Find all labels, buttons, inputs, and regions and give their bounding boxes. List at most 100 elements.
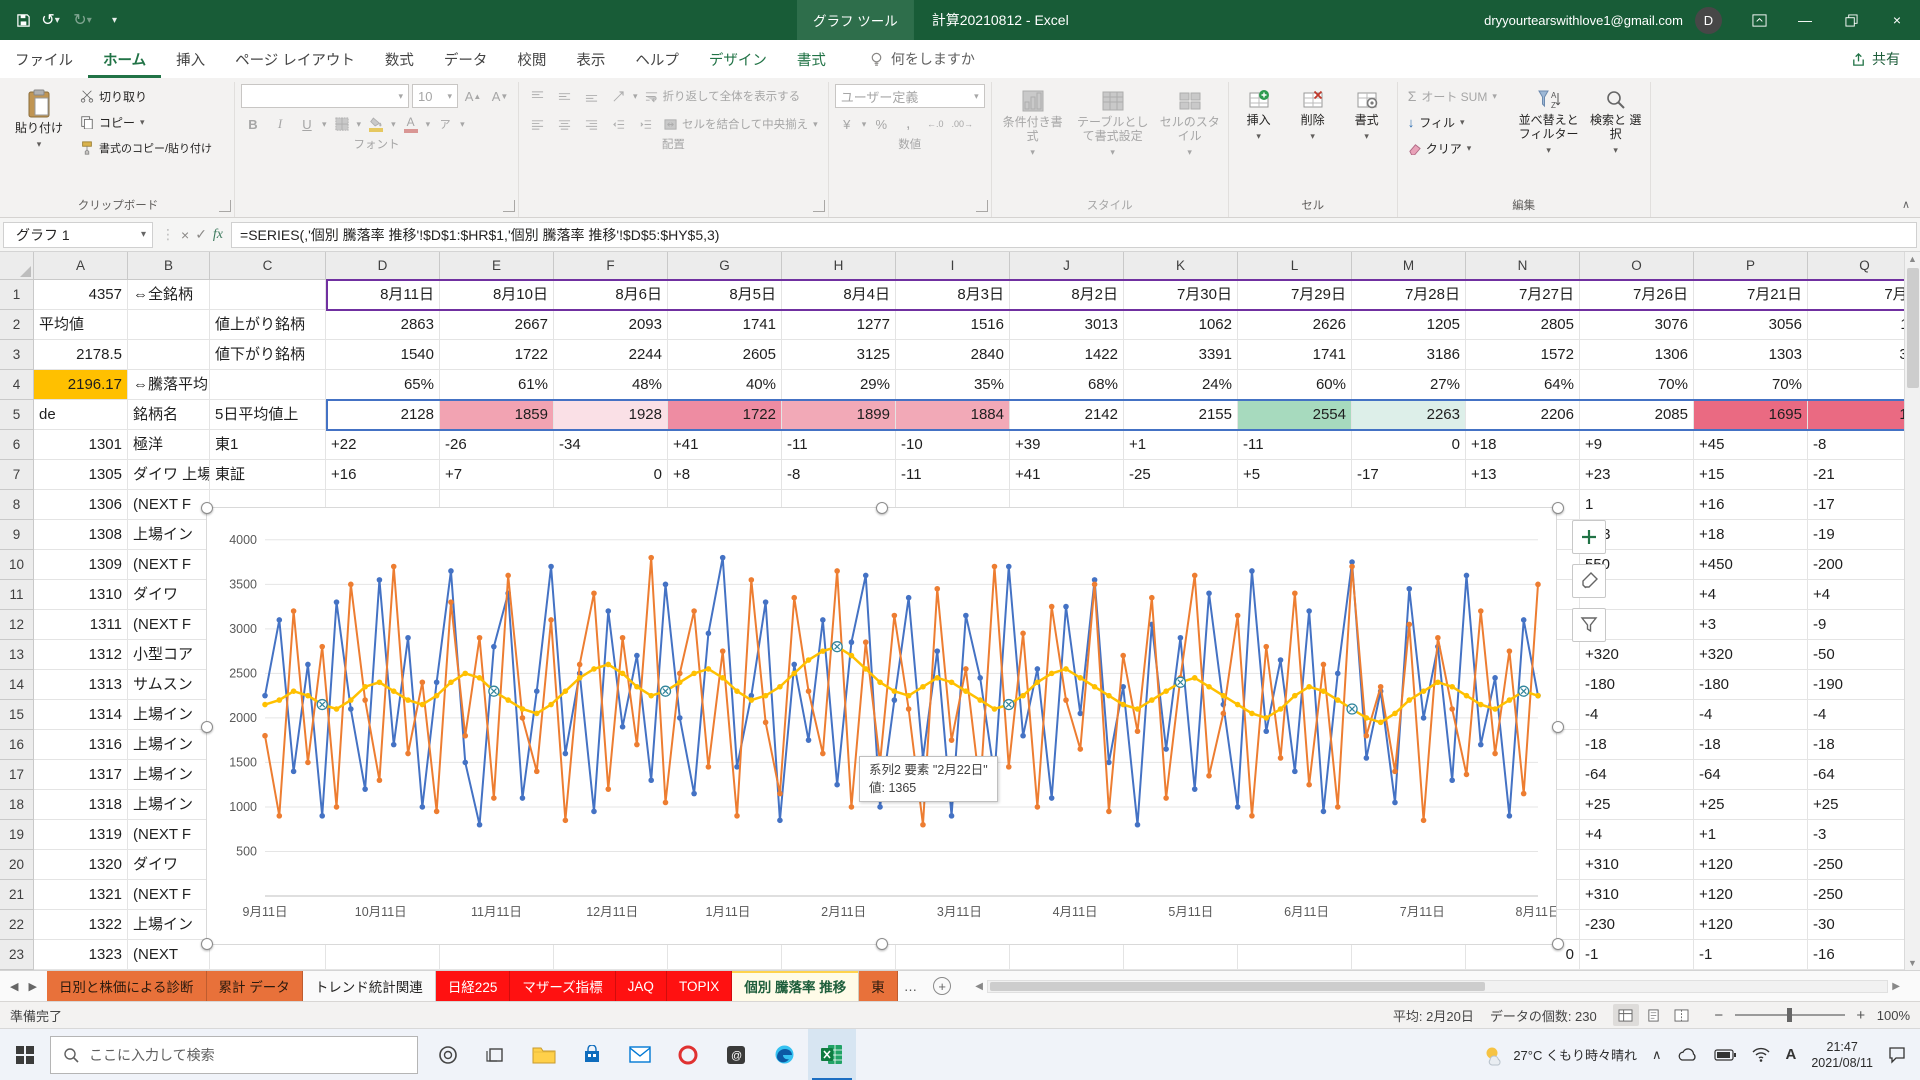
column-header-K[interactable]: K	[1124, 252, 1238, 280]
cell-O18[interactable]: +25	[1580, 790, 1694, 820]
cell-B11[interactable]: ダイワ	[128, 580, 210, 610]
comma-format-icon[interactable]: ,	[896, 112, 920, 136]
cell-K1[interactable]: 7月30日	[1124, 280, 1238, 310]
cancel-formula-icon[interactable]: ×	[181, 227, 189, 243]
cell-P3[interactable]: 1303	[1694, 340, 1808, 370]
cell-O13[interactable]: +320	[1580, 640, 1694, 670]
format-painter-button[interactable]: 書式のコピー/貼り付け	[76, 136, 228, 160]
cell-B14[interactable]: サムスン	[128, 670, 210, 700]
column-header-C[interactable]: C	[210, 252, 326, 280]
chart-resize-handle-6[interactable]	[876, 938, 888, 950]
cell-F6[interactable]: -34	[554, 430, 668, 460]
taskbar-clock[interactable]: 21:47 2021/08/11	[1811, 1039, 1873, 1071]
row-number-3[interactable]: 3	[0, 340, 34, 370]
cell-P17[interactable]: -64	[1694, 760, 1808, 790]
page-break-view-icon[interactable]	[1669, 1004, 1695, 1026]
font-name-combo[interactable]: ▾	[241, 84, 409, 108]
cell-P7[interactable]: +15	[1694, 460, 1808, 490]
borders-icon[interactable]	[330, 112, 354, 136]
mail-button[interactable]	[616, 1029, 664, 1080]
increase-font-icon[interactable]: A▲	[461, 84, 485, 108]
row-number-22[interactable]: 22	[0, 910, 34, 940]
insert-cells-button[interactable]: 挿入▾	[1235, 84, 1283, 145]
cell-D7[interactable]: +16	[326, 460, 440, 490]
cell-L3[interactable]: 1741	[1238, 340, 1352, 370]
cell-P18[interactable]: +25	[1694, 790, 1808, 820]
hscroll-right-icon[interactable]: ▶	[1892, 981, 1900, 992]
cell-F4[interactable]: 48%	[554, 370, 668, 400]
cell-E3[interactable]: 1722	[440, 340, 554, 370]
column-header-B[interactable]: B	[128, 252, 210, 280]
column-header-A[interactable]: A	[34, 252, 128, 280]
hidden-icons-chevron[interactable]: ∧	[1652, 1047, 1662, 1063]
row-number-17[interactable]: 17	[0, 760, 34, 790]
cell-C1[interactable]	[210, 280, 326, 310]
tab-scroll-right-icon[interactable]: ▶	[28, 980, 36, 993]
cell-N7[interactable]: +13	[1466, 460, 1580, 490]
cell-L2[interactable]: 2626	[1238, 310, 1352, 340]
find-select-button[interactable]: 検索と 選択▾	[1588, 84, 1644, 159]
clipboard-dialog-launcher[interactable]	[219, 200, 231, 212]
start-button[interactable]	[0, 1029, 50, 1080]
ribbon-tab-ヘルプ[interactable]: ヘルプ	[620, 40, 694, 78]
cell-P15[interactable]: -4	[1694, 700, 1808, 730]
ribbon-tab-デザイン[interactable]: デザイン	[694, 40, 782, 78]
cell-O4[interactable]: 70%	[1580, 370, 1694, 400]
cell-P4[interactable]: 70%	[1694, 370, 1808, 400]
percent-format-icon[interactable]: %	[869, 112, 893, 136]
row-number-13[interactable]: 13	[0, 640, 34, 670]
chart-resize-handle-0[interactable]	[201, 502, 213, 514]
decrease-indent-icon[interactable]	[606, 112, 630, 136]
cell-F5[interactable]: 1928	[554, 400, 668, 430]
cell-E4[interactable]: 61%	[440, 370, 554, 400]
chart-resize-handle-3[interactable]	[201, 721, 213, 733]
cell-B13[interactable]: 小型コア	[128, 640, 210, 670]
align-top-icon[interactable]	[525, 84, 549, 108]
align-left-icon[interactable]	[525, 112, 549, 136]
page-layout-view-icon[interactable]	[1641, 1004, 1667, 1026]
sheet-tab-TOPIX[interactable]: TOPIX	[667, 971, 732, 1001]
cell-K3[interactable]: 3391	[1124, 340, 1238, 370]
cell-N4[interactable]: 64%	[1466, 370, 1580, 400]
cell-A8[interactable]: 1306	[34, 490, 128, 520]
onedrive-icon[interactable]	[1677, 1047, 1699, 1062]
cell-M1[interactable]: 7月28日	[1352, 280, 1466, 310]
cell-P19[interactable]: +1	[1694, 820, 1808, 850]
zoom-in-icon[interactable]: +	[1853, 1007, 1869, 1024]
sheet-tab-日別と株価による診断[interactable]: 日別と株価による診断	[47, 971, 207, 1001]
chart-resize-handle-1[interactable]	[876, 502, 888, 514]
autosum-button[interactable]: Σオート SUM▾	[1404, 84, 1510, 108]
delete-cells-button[interactable]: 削除▾	[1289, 84, 1337, 145]
number-dialog-launcher[interactable]	[976, 200, 988, 212]
cell-L7[interactable]: +5	[1238, 460, 1352, 490]
decrease-decimal-icon[interactable]: .00→	[950, 112, 974, 136]
cell-F2[interactable]: 2093	[554, 310, 668, 340]
cell-M5[interactable]: 2263	[1352, 400, 1466, 430]
bold-button[interactable]: B	[241, 112, 265, 136]
italic-button[interactable]: I	[268, 112, 292, 136]
sheet-tab-東[interactable]: 東	[859, 971, 898, 1001]
hscroll-thumb[interactable]	[990, 982, 1485, 991]
cell-O3[interactable]: 1306	[1580, 340, 1694, 370]
cell-O23[interactable]: -1	[1580, 940, 1694, 970]
cell-A13[interactable]: 1312	[34, 640, 128, 670]
sort-filter-button[interactable]: AZ 並べ替えと フィルター▾	[1516, 84, 1582, 159]
row-number-20[interactable]: 20	[0, 850, 34, 880]
cell-O8[interactable]: 1	[1580, 490, 1694, 520]
row-number-7[interactable]: 7	[0, 460, 34, 490]
cell-O21[interactable]: +310	[1580, 880, 1694, 910]
cell-B9[interactable]: 上場イン	[128, 520, 210, 550]
cell-P10[interactable]: +450	[1694, 550, 1808, 580]
cell-I4[interactable]: 35%	[896, 370, 1010, 400]
vscroll-up-icon[interactable]: ▲	[1908, 254, 1917, 264]
ribbon-tab-表示[interactable]: 表示	[561, 40, 620, 78]
cell-A18[interactable]: 1318	[34, 790, 128, 820]
cell-G7[interactable]: +8	[668, 460, 782, 490]
cell-K2[interactable]: 1062	[1124, 310, 1238, 340]
ribbon-tab-ページ レイアウト[interactable]: ページ レイアウト	[220, 40, 370, 78]
cell-O1[interactable]: 7月26日	[1580, 280, 1694, 310]
cell-J7[interactable]: +41	[1010, 460, 1124, 490]
cell-H4[interactable]: 29%	[782, 370, 896, 400]
cell-D6[interactable]: +22	[326, 430, 440, 460]
account-email[interactable]: dryyourtearswithlove1@gmail.com	[1484, 13, 1683, 28]
